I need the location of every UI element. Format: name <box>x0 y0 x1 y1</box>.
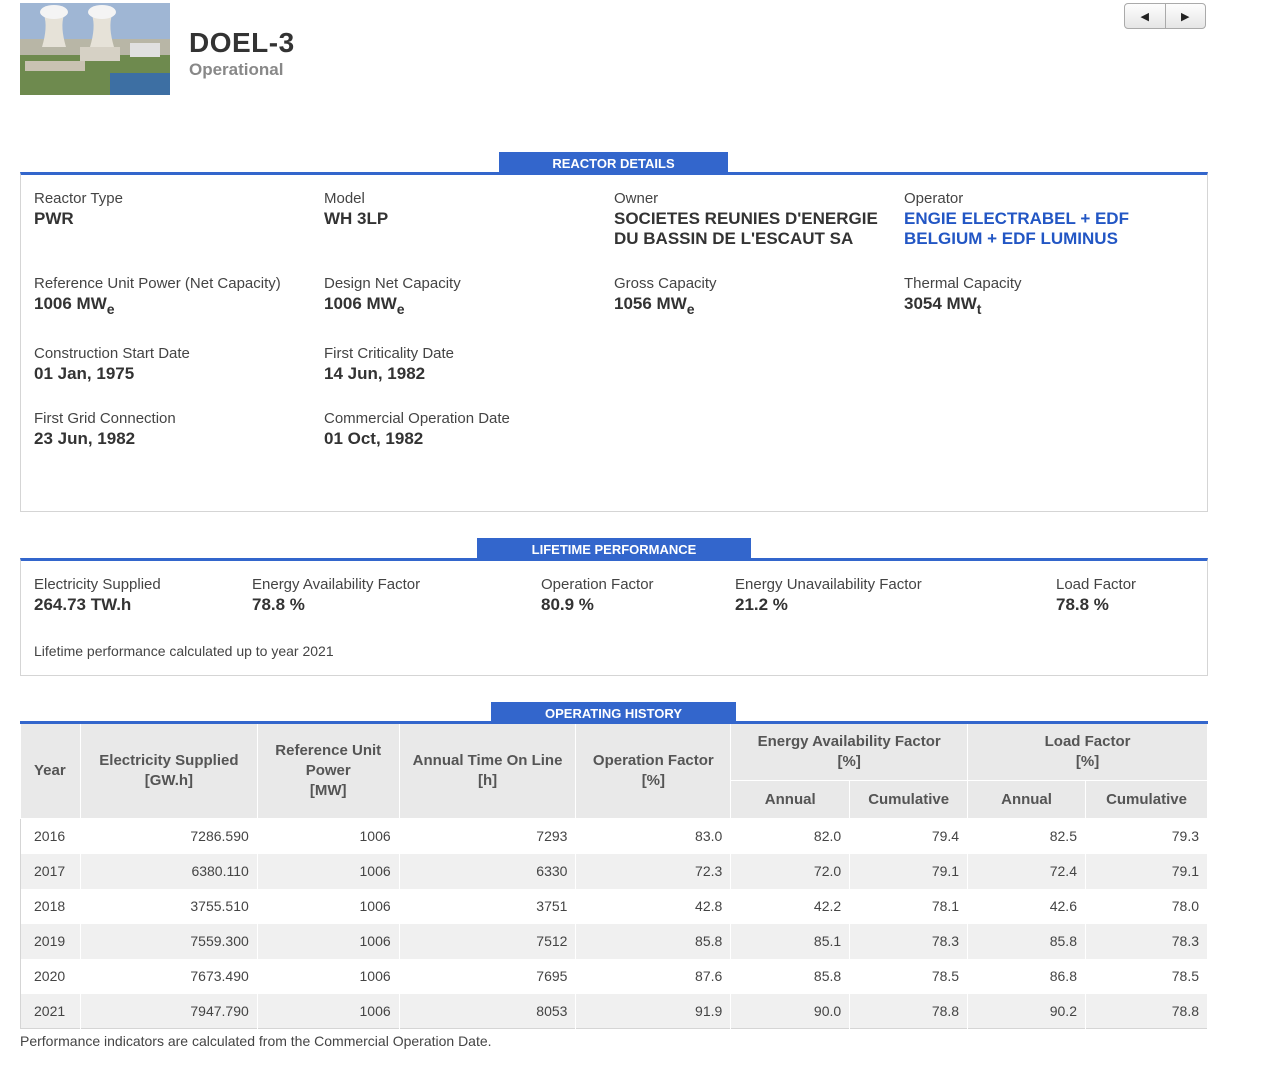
col-header-load-factor: Load Factor [%] <box>967 722 1208 781</box>
reactor-details-title: REACTOR DETAILS <box>499 152 728 174</box>
field-value: 80.9 % <box>541 595 594 614</box>
col-header-lf-cumulative: Cumulative <box>1084 780 1209 819</box>
field-label: Gross Capacity <box>614 275 717 292</box>
first-grid-connection-field: First Grid Connection 23 Jun, 1982 <box>34 409 176 449</box>
col-header-time-on-line: Annual Time On Line [h] <box>398 722 577 819</box>
field-value: 1006 MWe <box>324 294 405 317</box>
gross-capacity-field: Gross Capacity 1056 MWe <box>614 274 717 319</box>
field-label: Reactor Type <box>34 190 123 207</box>
field-value: 14 Jun, 1982 <box>324 364 426 383</box>
design-net-capacity-field: Design Net Capacity 1006 MWe <box>324 274 461 319</box>
field-value: 21.2 % <box>735 595 788 614</box>
model-field: Model WH 3LP <box>324 189 388 229</box>
field-label: Construction Start Date <box>34 345 190 362</box>
lifetime-performance-title: LIFETIME PERFORMANCE <box>477 538 751 560</box>
field-value: DU BASSIN DE L'ESCAUT SA <box>614 229 854 248</box>
reference-unit-power-field: Reference Unit Power (Net Capacity) 1006… <box>34 274 281 319</box>
table-row: 2016 7286.590 1006 7293 83.0 82.0 79.4 82.5 79.3 <box>20 818 1209 854</box>
reactor-photo <box>20 3 170 95</box>
field-label: Model <box>324 190 365 207</box>
field-value: 78.8 % <box>1056 595 1109 614</box>
operation-factor-field: Operation Factor 80.9 % <box>541 575 654 615</box>
previous-button[interactable]: ◀ <box>1125 4 1165 28</box>
field-label: Thermal Capacity <box>904 275 1022 292</box>
field-value: WH 3LP <box>324 209 389 228</box>
field-value: PWR <box>34 209 74 228</box>
energy-unavailability-factor-field: Energy Unavailability Factor 21.2 % <box>735 575 922 615</box>
field-label: Commercial Operation Date <box>324 410 510 427</box>
field-value: 1056 MWe <box>614 294 695 317</box>
field-label: Operation Factor <box>541 576 654 593</box>
col-header-electricity: Electricity Supplied [GW.h] <box>79 722 258 819</box>
table-row: 2021 7947.790 1006 8053 91.9 90.0 78.8 90.2 78.8 <box>20 993 1209 1029</box>
status-label: Operational <box>189 60 284 79</box>
field-value: 264.73 TW.h <box>34 595 132 614</box>
col-header-lf-annual: Annual <box>967 780 1086 819</box>
field-label: First Grid Connection <box>34 410 176 427</box>
field-label: First Criticality Date <box>324 345 455 362</box>
table-row: 2017 6380.110 1006 6330 72.3 72.0 79.1 72.4 79.1 <box>20 853 1209 889</box>
energy-availability-factor-field: Energy Availability Factor 78.8 % <box>252 575 420 615</box>
owner-field: Owner SOCIETES REUNIES D'ENERGIE DU BASS… <box>614 189 878 249</box>
field-label: Reference Unit Power (Net Capacity) <box>34 275 281 292</box>
field-value: 23 Jun, 1982 <box>34 429 136 448</box>
field-label: Load Factor <box>1056 576 1137 593</box>
col-header-eaf-cumulative: Cumulative <box>849 780 969 819</box>
field-label: Owner <box>614 190 659 207</box>
operator-field: Operator ENGIE ELECTRABEL + EDF BELGIUM … <box>904 189 1129 249</box>
construction-start-field: Construction Start Date 01 Jan, 1975 <box>34 344 190 384</box>
field-value: 3054 MWt <box>904 294 982 317</box>
field-value: 1006 MWe <box>34 294 115 317</box>
load-factor-field: Load Factor 78.8 % <box>1056 575 1136 615</box>
table-row: 2020 7673.490 1006 7695 87.6 85.8 78.5 86.8 78.5 <box>20 958 1209 994</box>
col-header-eaf: Energy Availability Factor [%] <box>730 722 969 781</box>
electricity-supplied-field: Electricity Supplied 264.73 TW.h <box>34 575 161 615</box>
field-value: 01 Jan, 1975 <box>34 364 135 383</box>
triangle-left-icon: ◀ <box>1140 10 1149 23</box>
next-button[interactable]: ▶ <box>1164 4 1206 28</box>
col-header-operation-factor: Operation Factor [%] <box>575 722 732 819</box>
field-label: Energy Unavailability Factor <box>735 576 922 593</box>
field-label: Energy Availability Factor <box>252 576 421 593</box>
field-label: Design Net Capacity <box>324 275 461 292</box>
operator-link[interactable]: BELGIUM + EDF LUMINUS <box>904 229 1129 249</box>
operator-link[interactable]: ENGIE ELECTRABEL + EDF <box>904 209 1129 229</box>
table-row: 2018 3755.510 1006 3751 42.8 42.2 78.1 42.6 78.0 <box>20 888 1209 924</box>
col-header-eaf-annual: Annual <box>730 780 851 819</box>
commercial-operation-field: Commercial Operation Date 01 Oct, 1982 <box>324 409 510 449</box>
page-title: DOEL-3 <box>189 27 295 58</box>
first-criticality-field: First Criticality Date 14 Jun, 1982 <box>324 344 454 384</box>
pager: ◀ ▶ <box>1124 3 1206 29</box>
field-value: 78.8 % <box>252 595 305 614</box>
operating-history-table: Year Electricity Supplied [GW.h] Referenc… <box>20 721 1209 1029</box>
history-footnote: Performance indicators are calculated fr… <box>20 1033 492 1049</box>
field-value: 01 Oct, 1982 <box>324 429 424 448</box>
col-header-reference-power: Reference Unit Power [MW] <box>256 722 400 819</box>
reactor-type-field: Reactor Type PWR <box>34 189 123 229</box>
field-value: SOCIETES REUNIES D'ENERGIE <box>614 209 878 228</box>
field-label: Electricity Supplied <box>34 576 161 593</box>
col-header-year: Year <box>20 722 81 819</box>
thermal-capacity-field: Thermal Capacity 3054 MWt <box>904 274 1022 319</box>
field-label: Operator <box>904 190 964 207</box>
triangle-right-icon: ▶ <box>1181 10 1190 23</box>
table-row: 2019 7559.300 1006 7512 85.8 85.1 78.3 85.8 78.3 <box>20 923 1209 959</box>
lifetime-note: Lifetime performance calculated up to ye… <box>34 643 334 659</box>
